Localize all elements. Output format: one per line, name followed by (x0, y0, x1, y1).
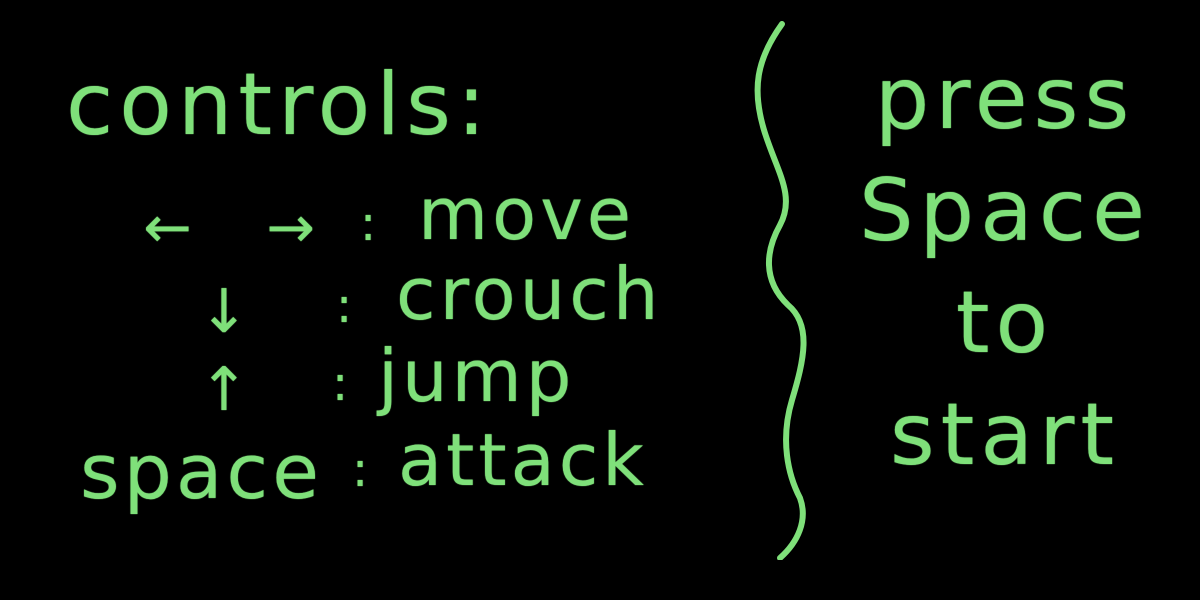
down-arrow-icon: ↓ (198, 277, 250, 347)
control-action-attack: attack (398, 418, 648, 502)
control-action-crouch: crouch (396, 252, 663, 336)
up-arrow-icon: ↑ (198, 355, 250, 425)
control-separator: : (352, 442, 369, 498)
control-separator: : (332, 356, 349, 412)
control-key-space: space (80, 427, 323, 516)
control-separator: : (360, 196, 377, 252)
control-action-move: move (418, 172, 636, 256)
curly-brace-icon (754, 21, 807, 560)
start-prompt-line: to (955, 273, 1055, 373)
start-prompt: press Space to start (840, 56, 1170, 504)
start-prompt-line: press (874, 49, 1136, 149)
controls-heading: controls: (66, 55, 492, 155)
control-separator: : (336, 278, 353, 334)
title-screen: controls: ← → : move ↓ : crouch ↑ : jump… (0, 0, 1200, 600)
start-prompt-line: Space (858, 161, 1152, 261)
start-prompt-line: start (889, 385, 1121, 485)
control-action-jump: jump (378, 334, 576, 418)
left-right-arrows-icon: ← → (143, 193, 343, 261)
